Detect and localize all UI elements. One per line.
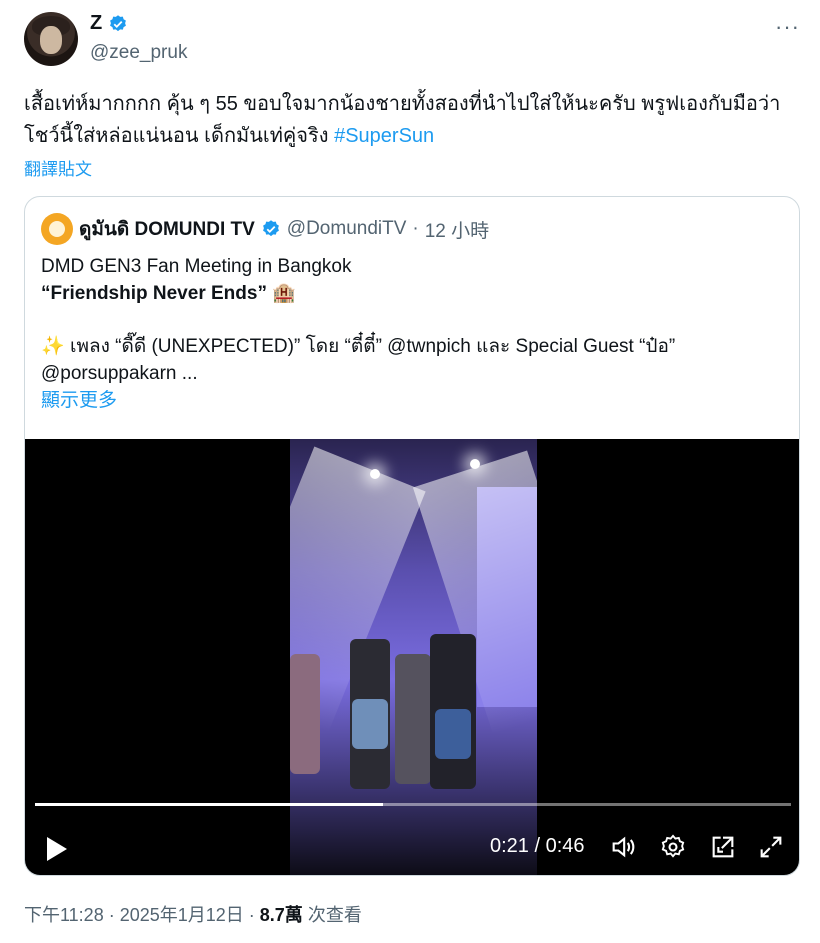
sparkle-emoji: ✨ (41, 336, 65, 357)
tweet-text: เสื้อเท่ห์มากกกก คุ้น ๆ 55 ขอบใจมากน้องช… (24, 88, 796, 152)
video-progress-fill (35, 803, 383, 806)
video-time: 0:21 / 0:46 (490, 835, 585, 857)
play-icon[interactable] (47, 837, 67, 861)
verified-badge-icon (108, 14, 128, 34)
fullscreen-icon[interactable] (757, 833, 785, 861)
hashtag-link[interactable]: #SuperSun (334, 125, 434, 147)
quoted-avatar[interactable] (41, 213, 73, 245)
views-label: 次查看 (302, 905, 362, 925)
video-progress-bar[interactable] (35, 803, 791, 806)
video-player[interactable]: 0:21 / 0:46 (25, 439, 799, 875)
avatar[interactable] (24, 12, 78, 66)
translate-post-link[interactable]: 翻譯貼文 (24, 155, 92, 180)
quoted-line-1: DMD GEN3 Fan Meeting in Bangkok (41, 256, 352, 277)
verified-badge-icon (261, 219, 281, 239)
quoted-timestamp[interactable]: 12 小時 (425, 216, 489, 243)
quoted-line-3: ✨ เพลง “ดี๊ดี (UNEXPECTED)” โดย “ตี๋ตี๋”… (41, 333, 781, 360)
volume-icon[interactable] (609, 833, 637, 861)
quoted-author-name[interactable]: ดูมันดิ DOMUNDI TV (79, 214, 255, 244)
post-timestamp[interactable]: 下午11:28 · 2025年1月12日 · (24, 905, 260, 925)
quoted-tweet-header: ดูมันดิ DOMUNDI TV @DomundiTV · 12 小時 (41, 213, 489, 245)
video-frame (290, 439, 537, 875)
quoted-text-part: เพลง “ (69, 336, 122, 357)
hotel-emoji: 🏨 (272, 283, 296, 304)
quoted-text-part: (UNEXPECTED)” โดย “ (146, 336, 351, 357)
more-options-icon[interactable]: ··· (775, 14, 800, 40)
author-name-row[interactable]: Z (90, 12, 128, 35)
separator-dot: · (412, 218, 419, 239)
quoted-tweet-card[interactable]: ดูมันดิ DOMUNDI TV @DomundiTV · 12 小時 DM… (24, 196, 800, 876)
tweet-meta: 下午11:28 · 2025年1月12日 · 8.7萬 次查看 (24, 901, 362, 927)
quoted-text-part: ” @twnpich และ Special Guest “ป๋อ” (375, 336, 676, 357)
author-name[interactable]: Z (90, 12, 102, 35)
quoted-line-2: “Friendship Never Ends” 🏨 (41, 280, 781, 307)
quoted-tweet-text: DMD GEN3 Fan Meeting in Bangkok “Friends… (41, 253, 781, 414)
pop-out-icon[interactable] (709, 833, 737, 861)
quoted-title: “Friendship Never Ends” (41, 283, 267, 304)
quoted-author-handle[interactable]: @DomundiTV (287, 218, 407, 240)
quoted-song-name: ดี๊ดี (121, 336, 147, 357)
show-more-link[interactable]: 顯示更多 (41, 387, 781, 414)
quoted-line-4: @porsuppakarn ... (41, 363, 198, 384)
author-handle[interactable]: @zee_pruk (90, 42, 187, 64)
quoted-artist-name: ตี๋ตี๋ (350, 336, 376, 357)
views-count: 8.7萬 (259, 905, 303, 925)
settings-icon[interactable] (659, 833, 687, 861)
